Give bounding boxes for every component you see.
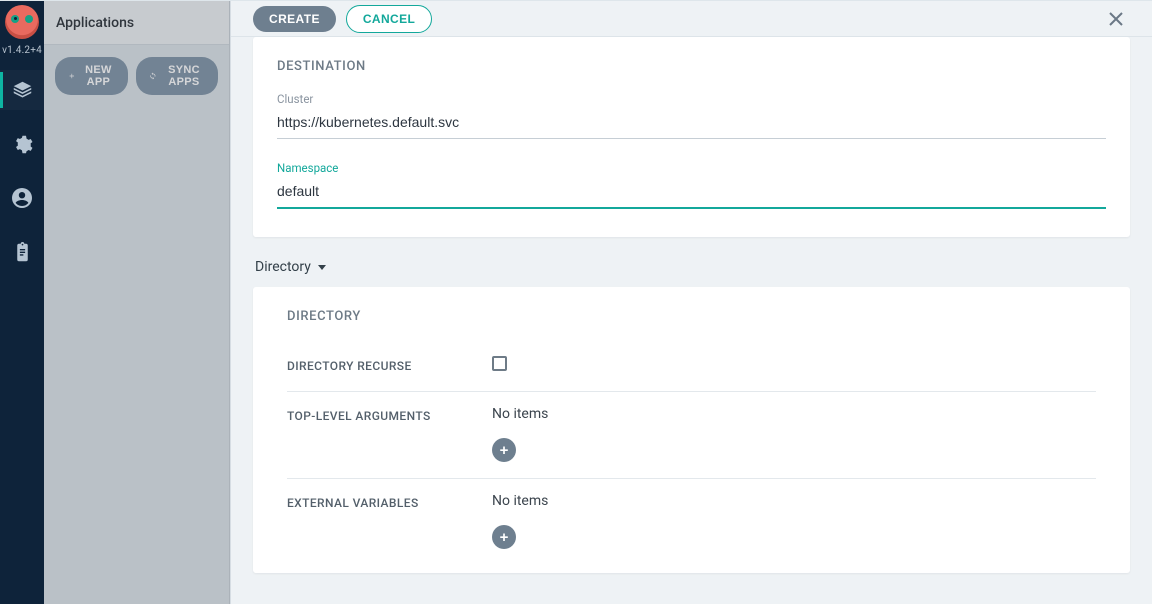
- close-icon: [1109, 12, 1123, 26]
- recurse-checkbox[interactable]: [492, 356, 507, 371]
- version-label: v1.4.2+4: [2, 45, 42, 56]
- drawer-body[interactable]: DESTINATION Cluster Namespace Directory …: [231, 37, 1152, 604]
- caret-down-icon: [317, 262, 327, 272]
- user-circle-icon: [10, 186, 34, 210]
- destination-title: DESTINATION: [277, 59, 1106, 74]
- directory-title: DIRECTORY: [287, 309, 1096, 324]
- applications-panel: Applications NEW APP SYNC APPS: [44, 1, 230, 604]
- drawer-header: CREATE CANCEL: [231, 1, 1152, 37]
- nav-applications[interactable]: [0, 70, 44, 110]
- ext-label: EXTERNAL VARIABLES: [287, 493, 492, 510]
- sync-apps-label: SYNC APPS: [163, 64, 205, 88]
- cancel-button[interactable]: CANCEL: [346, 5, 432, 33]
- cluster-input[interactable]: [277, 110, 1106, 139]
- nav-settings[interactable]: [0, 124, 44, 164]
- create-app-drawer: CREATE CANCEL DESTINATION Cluster Namesp…: [230, 1, 1152, 604]
- new-app-label: NEW APP: [82, 64, 116, 88]
- applications-toolbar: NEW APP SYNC APPS: [44, 45, 229, 107]
- close-button[interactable]: [1102, 5, 1130, 33]
- nav-user[interactable]: [0, 178, 44, 218]
- directory-card: DIRECTORY DIRECTORY RECURSE TOP-LEVEL AR…: [253, 287, 1130, 573]
- create-button[interactable]: CREATE: [253, 6, 336, 32]
- recurse-row: DIRECTORY RECURSE: [287, 342, 1096, 392]
- destination-card: DESTINATION Cluster Namespace: [253, 37, 1130, 237]
- namespace-input[interactable]: [277, 179, 1106, 209]
- argo-logo: [5, 5, 39, 39]
- sync-apps-button[interactable]: SYNC APPS: [136, 57, 218, 95]
- nav-docs[interactable]: [0, 232, 44, 272]
- ext-add-button[interactable]: +: [492, 525, 516, 549]
- new-app-button[interactable]: NEW APP: [55, 57, 128, 95]
- recurse-label: DIRECTORY RECURSE: [287, 356, 492, 373]
- source-type-dropdown[interactable]: Directory: [255, 259, 327, 275]
- cluster-label: Cluster: [277, 92, 1106, 106]
- gear-icon: [12, 134, 33, 155]
- layers-icon: [12, 80, 33, 101]
- nav-rail: v1.4.2+4: [0, 1, 44, 604]
- source-type-label: Directory: [255, 259, 311, 275]
- applications-title: Applications: [44, 1, 229, 45]
- ext-row: EXTERNAL VARIABLES No items +: [287, 479, 1096, 565]
- clipboard-icon: [12, 242, 33, 263]
- namespace-label: Namespace: [277, 161, 1106, 175]
- plus-icon: [68, 70, 76, 82]
- sync-icon: [149, 70, 157, 82]
- ext-empty-label: No items: [492, 493, 1096, 509]
- tla-empty-label: No items: [492, 406, 1096, 422]
- namespace-field: Namespace: [277, 161, 1106, 209]
- tla-label: TOP-LEVEL ARGUMENTS: [287, 406, 492, 423]
- tla-row: TOP-LEVEL ARGUMENTS No items +: [287, 392, 1096, 479]
- tla-add-button[interactable]: +: [492, 438, 516, 462]
- cluster-field: Cluster: [277, 92, 1106, 139]
